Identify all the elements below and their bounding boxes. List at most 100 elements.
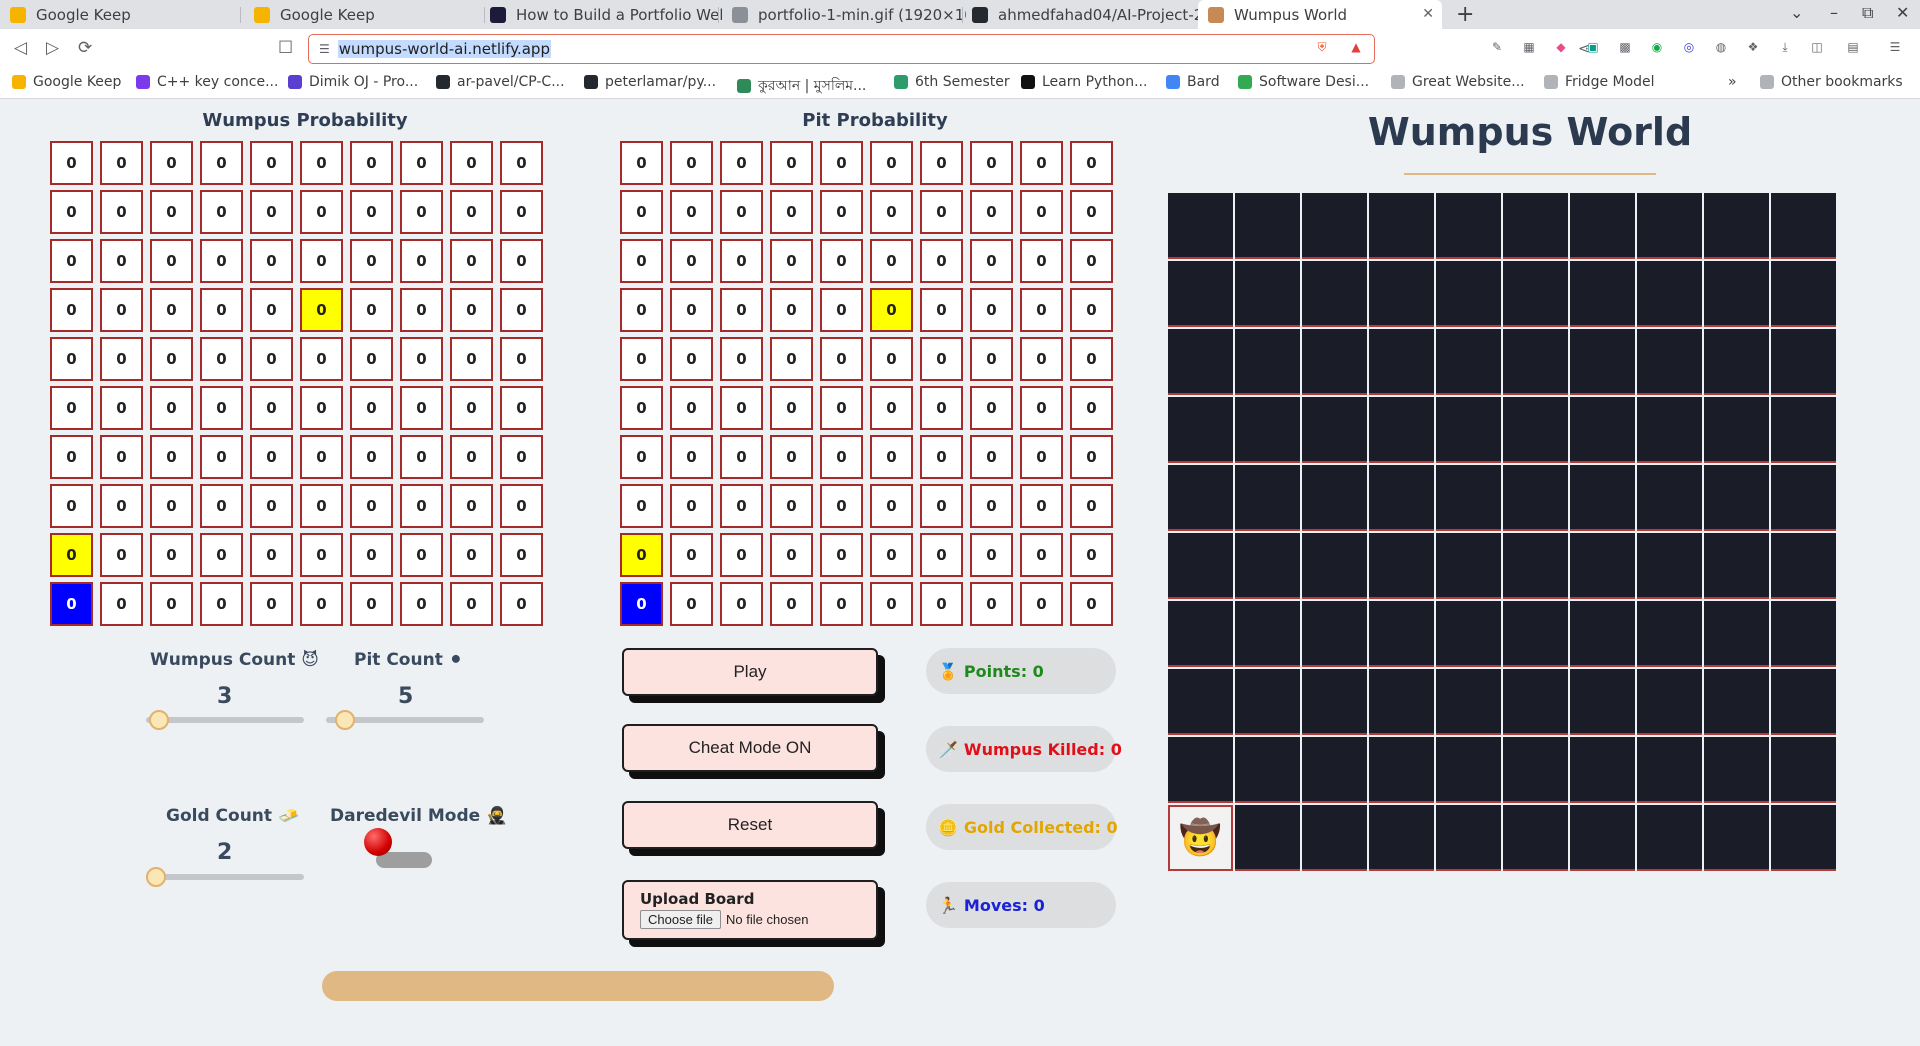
- board-cell[interactable]: [1503, 193, 1568, 259]
- extension-icon[interactable]: ▦: [1520, 38, 1538, 56]
- close-window-icon[interactable]: ✕: [1896, 3, 1909, 22]
- board-cell[interactable]: [1302, 397, 1367, 463]
- board-cell[interactable]: [1704, 465, 1769, 531]
- board-cell[interactable]: [1503, 397, 1568, 463]
- board-cell[interactable]: [1570, 329, 1635, 395]
- reset-button[interactable]: Reset: [622, 801, 878, 849]
- board-cell[interactable]: [1637, 261, 1702, 327]
- board-cell[interactable]: [1637, 465, 1702, 531]
- gold-count-slider-thumb[interactable]: [146, 867, 166, 887]
- tab-1[interactable]: Google Keep: [0, 0, 244, 29]
- board-cell[interactable]: [1704, 533, 1769, 599]
- board-cell[interactable]: [1369, 805, 1434, 871]
- board-cell[interactable]: [1704, 193, 1769, 259]
- board-cell[interactable]: [1369, 669, 1434, 735]
- board-cell[interactable]: [1771, 805, 1836, 871]
- bookmark-icon[interactable]: ☐: [278, 38, 293, 58]
- site-info-icon[interactable]: ☰: [319, 42, 330, 56]
- board-cell[interactable]: [1436, 261, 1501, 327]
- board-cell[interactable]: [1168, 465, 1233, 531]
- board-cell[interactable]: [1570, 397, 1635, 463]
- board-cell[interactable]: [1637, 193, 1702, 259]
- board-cell[interactable]: [1369, 261, 1434, 327]
- board-cell[interactable]: [1503, 737, 1568, 803]
- close-tab-icon[interactable]: ✕: [1422, 6, 1434, 22]
- wumpus-count-slider-thumb[interactable]: [149, 710, 169, 730]
- choose-file-button[interactable]: Choose file: [640, 910, 722, 929]
- tab-5[interactable]: ahmedfahad04/AI-Project-2-W: [962, 0, 1206, 29]
- board-cell[interactable]: [1302, 805, 1367, 871]
- board-cell[interactable]: [1369, 397, 1434, 463]
- board-cell[interactable]: [1771, 397, 1836, 463]
- extensions-puzzle-icon[interactable]: ❖: [1744, 38, 1762, 56]
- board-cell[interactable]: [1503, 261, 1568, 327]
- board-cell[interactable]: [1168, 261, 1233, 327]
- bookmark-item[interactable]: Fridge Model: [1544, 74, 1655, 90]
- board-cell[interactable]: [1570, 533, 1635, 599]
- brave-shield-icon[interactable]: ⛨: [1313, 38, 1331, 56]
- board-cell[interactable]: [1637, 669, 1702, 735]
- board-cell[interactable]: [1570, 193, 1635, 259]
- extension-icon[interactable]: ▣: [1584, 38, 1602, 56]
- address-bar[interactable]: ☰ wumpus-world-ai.netlify.app ⋖: [308, 34, 1590, 64]
- board-cell[interactable]: [1302, 465, 1367, 531]
- board-cell[interactable]: [1235, 601, 1300, 667]
- extension-icon[interactable]: ◍: [1712, 38, 1730, 56]
- board-cell[interactable]: [1637, 397, 1702, 463]
- play-button[interactable]: Play: [622, 648, 878, 696]
- board-cell[interactable]: [1168, 329, 1233, 395]
- pit-count-slider-thumb[interactable]: [335, 710, 355, 730]
- board-cell[interactable]: [1168, 533, 1233, 599]
- gold-count-slider[interactable]: [146, 874, 304, 880]
- tab-3[interactable]: How to Build a Portfolio Web: [480, 0, 722, 29]
- board-cell[interactable]: [1235, 669, 1300, 735]
- forward-icon[interactable]: ▷: [46, 38, 59, 58]
- board-cell[interactable]: [1302, 669, 1367, 735]
- board-cell[interactable]: [1704, 261, 1769, 327]
- bookmark-item[interactable]: ar-pavel/CP-C...: [436, 74, 565, 90]
- bookmark-item[interactable]: peterlamar/py...: [584, 74, 716, 90]
- wallet-icon[interactable]: ▤: [1844, 38, 1862, 56]
- board-cell[interactable]: [1637, 533, 1702, 599]
- board-cell[interactable]: [1704, 397, 1769, 463]
- minimize-icon[interactable]: –: [1830, 3, 1838, 22]
- brave-rewards-icon[interactable]: ▲: [1347, 38, 1365, 56]
- board-cell[interactable]: [1704, 601, 1769, 667]
- board-cell[interactable]: [1235, 261, 1300, 327]
- reload-icon[interactable]: ⟳: [78, 38, 92, 58]
- board-cell[interactable]: [1436, 669, 1501, 735]
- grammarly-icon[interactable]: ◉: [1648, 38, 1666, 56]
- board-cell[interactable]: [1436, 329, 1501, 395]
- board-cell[interactable]: [1235, 805, 1300, 871]
- restore-icon[interactable]: ⧉: [1862, 3, 1873, 23]
- board-cell[interactable]: [1235, 533, 1300, 599]
- tab-search-icon[interactable]: ⌄: [1790, 3, 1803, 22]
- wumpus-count-slider[interactable]: [146, 717, 304, 723]
- board-cell[interactable]: [1235, 193, 1300, 259]
- menu-icon[interactable]: ☰: [1886, 38, 1904, 56]
- more-bookmarks-button[interactable]: »: [1728, 74, 1737, 90]
- board-cell[interactable]: [1436, 397, 1501, 463]
- board-cell[interactable]: [1503, 669, 1568, 735]
- new-tab-icon[interactable]: +: [1456, 2, 1474, 27]
- board-cell[interactable]: [1369, 329, 1434, 395]
- board-cell[interactable]: [1704, 805, 1769, 871]
- board-cell[interactable]: [1235, 465, 1300, 531]
- board-cell[interactable]: [1302, 737, 1367, 803]
- bookmark-item[interactable]: C++ key conce...: [136, 74, 278, 90]
- board-cell[interactable]: [1704, 669, 1769, 735]
- bookmark-item[interactable]: কুরআন | মুসলিম...: [737, 74, 866, 98]
- board-cell[interactable]: [1369, 737, 1434, 803]
- board-cell[interactable]: [1436, 737, 1501, 803]
- board-cell[interactable]: [1235, 737, 1300, 803]
- board-cell[interactable]: [1168, 601, 1233, 667]
- board-cell[interactable]: [1302, 533, 1367, 599]
- bookmark-item[interactable]: Dimik OJ - Pro...: [288, 74, 418, 90]
- board-cell[interactable]: [1771, 261, 1836, 327]
- board-cell[interactable]: [1436, 533, 1501, 599]
- board-cell[interactable]: [1436, 805, 1501, 871]
- extension-icon[interactable]: ▩: [1616, 38, 1634, 56]
- board-cell[interactable]: [1771, 533, 1836, 599]
- daredevil-mode-toggle-knob[interactable]: [364, 828, 392, 856]
- board-cell[interactable]: [1235, 329, 1300, 395]
